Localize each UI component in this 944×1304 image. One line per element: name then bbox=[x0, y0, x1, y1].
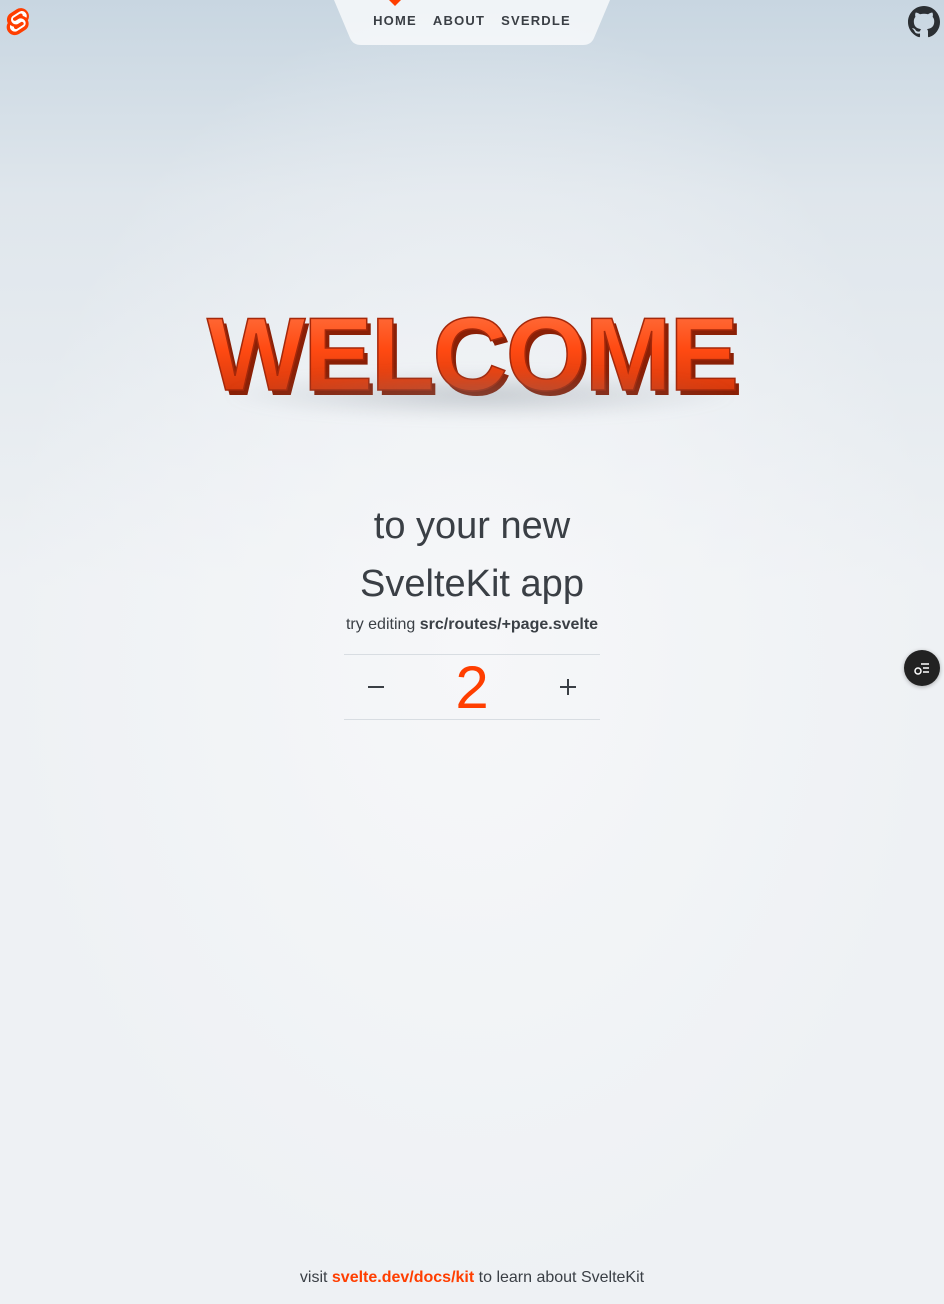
footer-docs-link[interactable]: svelte.dev/docs/kit bbox=[332, 1269, 474, 1286]
footer-prefix: visit bbox=[299, 1269, 332, 1286]
svelte-logo-link[interactable] bbox=[6, 8, 32, 36]
increment-button[interactable] bbox=[536, 655, 600, 719]
edit-hint-prefix: try editing bbox=[345, 616, 420, 633]
nav-link-sverdle[interactable]: SVERDLE bbox=[493, 13, 579, 28]
plus-icon bbox=[560, 679, 576, 695]
edit-hint: try editing src/routes/+page.svelte bbox=[0, 616, 944, 634]
counter: 2 bbox=[344, 654, 600, 721]
footer-suffix: to learn about SvelteKit bbox=[474, 1269, 645, 1286]
nav-link-about[interactable]: ABOUT bbox=[425, 13, 493, 28]
main-nav: HOME ABOUT SVERDLE bbox=[334, 0, 610, 45]
nav-link-home[interactable]: HOME bbox=[365, 13, 425, 28]
welcome-graphic: WELCOME WELCOME bbox=[206, 296, 743, 418]
github-link[interactable] bbox=[908, 6, 940, 38]
devtools-toggle-icon bbox=[914, 663, 929, 675]
devtools-toggle-button[interactable] bbox=[904, 650, 940, 686]
welcome-shadow bbox=[220, 370, 740, 420]
hero-line-2: SvelteKit app bbox=[360, 563, 584, 605]
site-header: HOME ABOUT SVERDLE bbox=[0, 0, 944, 45]
github-icon bbox=[908, 6, 940, 38]
site-footer: visit svelte.dev/docs/kit to learn about… bbox=[0, 1269, 944, 1287]
hero-line-1: to your new bbox=[373, 505, 571, 547]
edit-hint-path: src/routes/+page.svelte bbox=[419, 616, 599, 633]
counter-value: 2 bbox=[455, 654, 489, 721]
decrement-button[interactable] bbox=[344, 655, 408, 719]
svelte-logo-icon bbox=[6, 8, 29, 36]
nav-list: HOME ABOUT SVERDLE bbox=[334, 0, 610, 40]
minus-icon bbox=[368, 686, 384, 688]
welcome-image: WELCOME WELCOME bbox=[190, 270, 750, 450]
